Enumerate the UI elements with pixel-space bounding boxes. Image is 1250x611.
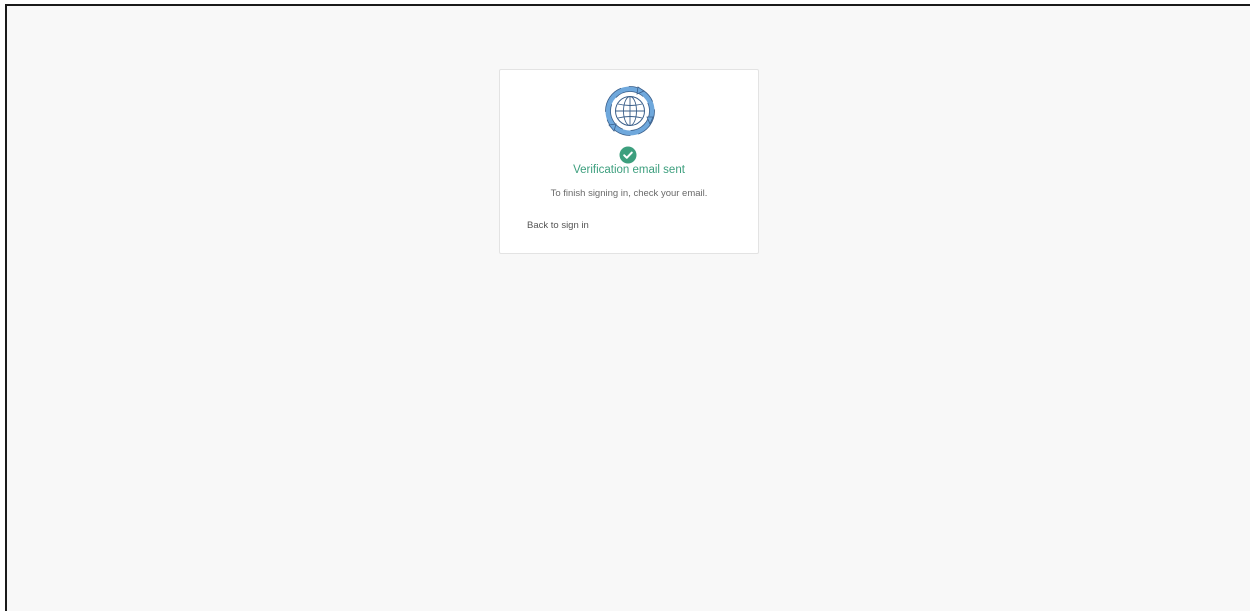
globe-sync-icon xyxy=(605,86,655,136)
verification-message: To finish signing in, check your email. xyxy=(550,188,708,199)
page-background: Verification email sent To finish signin… xyxy=(5,4,1250,611)
verification-card: Verification email sent To finish signin… xyxy=(499,69,759,254)
back-to-sign-in-link[interactable]: Back to sign in xyxy=(527,220,589,232)
check-circle-icon xyxy=(619,146,637,164)
verification-title: Verification email sent xyxy=(573,164,685,176)
